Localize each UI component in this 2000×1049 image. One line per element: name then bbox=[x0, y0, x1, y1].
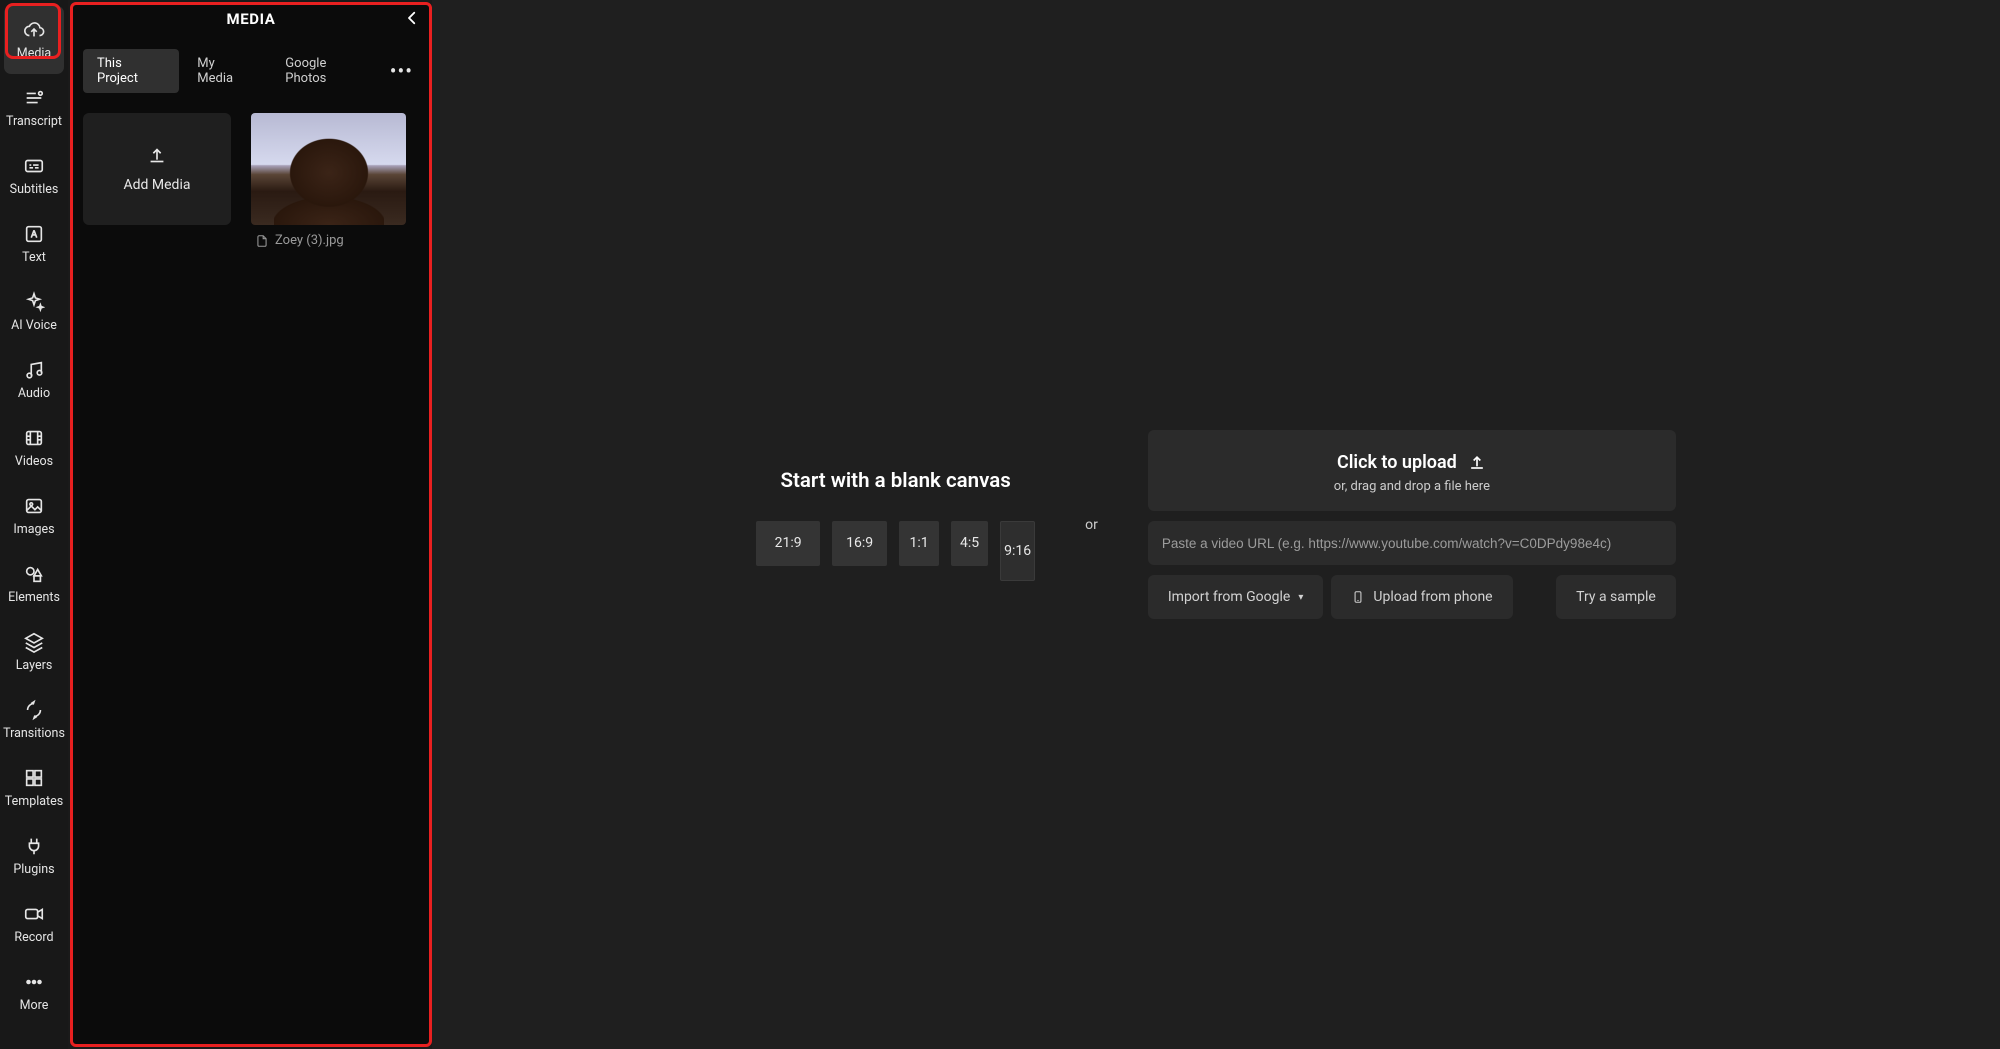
transcript-icon bbox=[23, 87, 45, 109]
aspect-ratio-group: 21:9 16:9 1:1 4:5 9:16 bbox=[756, 521, 1035, 581]
more-horizontal-icon bbox=[23, 971, 45, 993]
rail-item-elements[interactable]: Elements bbox=[4, 550, 64, 618]
rail-label: Audio bbox=[18, 386, 50, 401]
ratio-9-16[interactable]: 9:16 bbox=[1000, 521, 1035, 581]
camera-icon bbox=[23, 903, 45, 925]
sparkle-icon bbox=[23, 291, 45, 313]
shapes-icon bbox=[23, 563, 45, 585]
rail-label: AI Voice bbox=[11, 318, 57, 333]
media-panel: MEDIA This Project My Media Google Photo… bbox=[70, 2, 432, 1047]
media-options-button[interactable]: ••• bbox=[390, 59, 419, 83]
rail-label: Subtitles bbox=[10, 182, 59, 197]
ratio-1-1[interactable]: 1:1 bbox=[899, 521, 939, 566]
media-grid: Add Media Zoey (3).jpg bbox=[73, 93, 429, 268]
layers-icon bbox=[23, 631, 45, 653]
rail-label: Layers bbox=[16, 658, 53, 673]
cloud-upload-icon bbox=[23, 19, 45, 41]
ratio-4-5[interactable]: 4:5 bbox=[951, 521, 988, 566]
rail-item-subtitles[interactable]: Subtitles bbox=[4, 142, 64, 210]
rail-label: Media bbox=[17, 46, 51, 61]
add-media-label: Add Media bbox=[124, 177, 191, 193]
transitions-icon bbox=[23, 699, 45, 721]
file-icon bbox=[255, 234, 269, 248]
rail-item-audio[interactable]: Audio bbox=[4, 346, 64, 414]
chevron-down-icon: ▾ bbox=[1298, 592, 1303, 603]
film-icon bbox=[23, 427, 45, 449]
rail-item-layers[interactable]: Layers bbox=[4, 618, 64, 686]
upload-title: Click to upload bbox=[1337, 452, 1457, 473]
rail-label: Images bbox=[13, 522, 54, 537]
upload-icon bbox=[1467, 453, 1487, 473]
rail-item-videos[interactable]: Videos bbox=[4, 414, 64, 482]
add-media-button[interactable]: Add Media bbox=[83, 113, 231, 225]
plug-icon bbox=[23, 835, 45, 857]
tab-this-project[interactable]: This Project bbox=[83, 49, 179, 93]
rail-item-templates[interactable]: Templates bbox=[4, 754, 64, 822]
button-label: Upload from phone bbox=[1373, 589, 1492, 605]
media-item[interactable]: Zoey (3).jpg bbox=[251, 113, 406, 248]
chevron-left-icon bbox=[403, 9, 421, 27]
rail-item-ai-voice[interactable]: AI Voice bbox=[4, 278, 64, 346]
button-label: Try a sample bbox=[1576, 589, 1656, 605]
upload-phone-button[interactable]: Upload from phone bbox=[1331, 575, 1512, 619]
media-tabs: This Project My Media Google Photos bbox=[83, 49, 384, 93]
blank-canvas-title: Start with a blank canvas bbox=[780, 469, 1010, 493]
left-rail: Media Transcript Subtitles Text AI Voice… bbox=[0, 0, 68, 1049]
rail-item-more[interactable]: More bbox=[4, 958, 64, 1026]
rail-item-media[interactable]: Media bbox=[4, 6, 64, 74]
rail-label: Record bbox=[14, 930, 53, 945]
try-sample-button[interactable]: Try a sample bbox=[1556, 575, 1676, 619]
grid-icon bbox=[23, 767, 45, 789]
rail-label: Videos bbox=[15, 454, 53, 469]
rail-label: Plugins bbox=[13, 862, 54, 877]
button-label: Import from Google bbox=[1168, 589, 1290, 605]
upload-dropzone[interactable]: Click to upload or, drag and drop a file… bbox=[1148, 430, 1676, 511]
rail-label: More bbox=[20, 998, 49, 1013]
rail-item-transcript[interactable]: Transcript bbox=[4, 74, 64, 142]
ratio-21-9[interactable]: 21:9 bbox=[756, 521, 820, 566]
ratio-16-9[interactable]: 16:9 bbox=[832, 521, 887, 566]
rail-label: Transcript bbox=[6, 114, 62, 129]
more-horizontal-icon: ••• bbox=[390, 59, 413, 83]
divider-or: or bbox=[1085, 517, 1098, 533]
rail-label: Elements bbox=[8, 590, 60, 605]
media-filename-row: Zoey (3).jpg bbox=[251, 233, 406, 248]
rail-item-plugins[interactable]: Plugins bbox=[4, 822, 64, 890]
image-icon bbox=[23, 495, 45, 517]
upload-subtitle: or, drag and drop a file here bbox=[1334, 479, 1490, 494]
import-google-button[interactable]: Import from Google ▾ bbox=[1148, 575, 1324, 619]
canvas-area: Start with a blank canvas 21:9 16:9 1:1 … bbox=[432, 0, 2000, 1049]
rail-label: Transitions bbox=[3, 726, 65, 741]
video-url-input[interactable] bbox=[1148, 521, 1676, 565]
media-thumbnail bbox=[251, 113, 406, 225]
upload-icon bbox=[146, 145, 168, 167]
tab-google-photos[interactable]: Google Photos bbox=[271, 49, 383, 93]
rail-label: Templates bbox=[5, 794, 63, 809]
rail-item-transitions[interactable]: Transitions bbox=[4, 686, 64, 754]
collapse-panel-button[interactable] bbox=[403, 9, 421, 27]
subtitles-icon bbox=[23, 155, 45, 177]
media-panel-title: MEDIA bbox=[227, 10, 276, 28]
music-note-icon bbox=[23, 359, 45, 381]
phone-icon bbox=[1351, 590, 1365, 604]
rail-item-text[interactable]: Text bbox=[4, 210, 64, 278]
text-icon bbox=[23, 223, 45, 245]
tab-my-media[interactable]: My Media bbox=[183, 49, 267, 93]
rail-item-images[interactable]: Images bbox=[4, 482, 64, 550]
rail-label: Text bbox=[22, 250, 46, 265]
media-filename: Zoey (3).jpg bbox=[275, 233, 344, 248]
rail-item-record[interactable]: Record bbox=[4, 890, 64, 958]
